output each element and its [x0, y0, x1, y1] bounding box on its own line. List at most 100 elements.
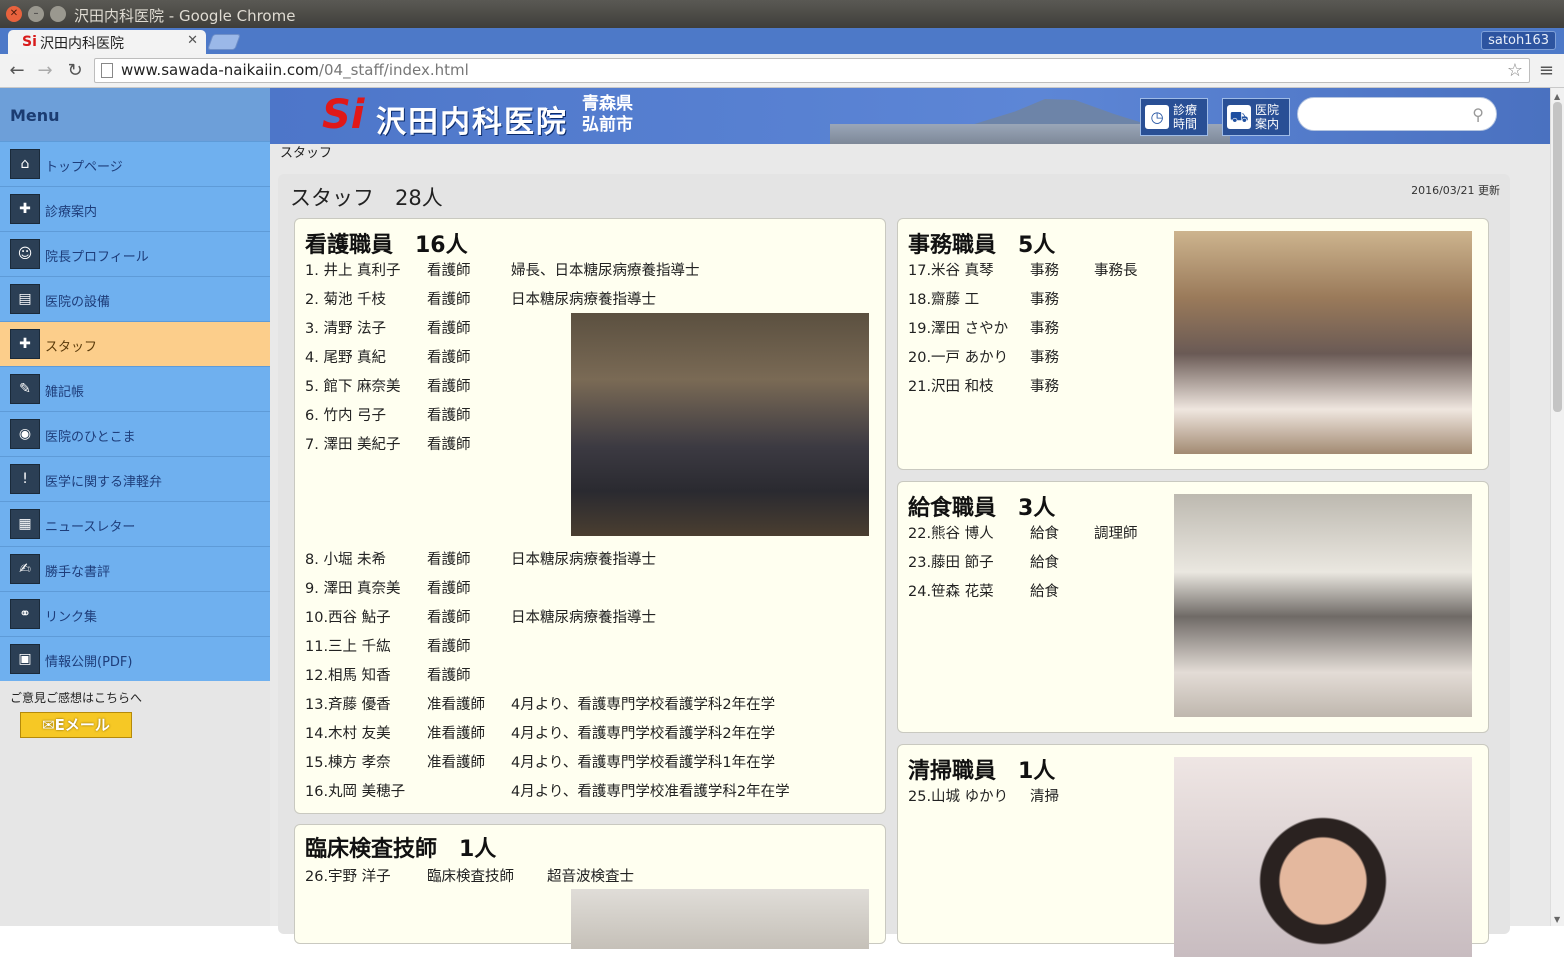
browser-tab[interactable]: Si 沢田内科医院 ✕: [8, 30, 206, 54]
cleaning-title: 清掃職員 1人: [908, 759, 1056, 784]
close-tab-icon[interactable]: ✕: [187, 33, 198, 48]
new-tab-button[interactable]: [207, 34, 241, 50]
sidebar-item-snapshot[interactable]: ◉ 医院のひとこま: [0, 411, 270, 456]
staff-name: 26.宇野 洋子: [305, 869, 391, 885]
tab-title: 沢田内科医院: [40, 36, 124, 52]
sidebar-item-label: 勝手な書評: [45, 565, 111, 580]
hours-button-line2: 時間: [1173, 117, 1198, 131]
scroll-up-icon[interactable]: ▲: [1554, 92, 1560, 101]
search-icon[interactable]: ⚲: [1472, 105, 1484, 124]
url-path: /04_staff/index.html: [318, 61, 469, 79]
reload-icon[interactable]: ↻: [64, 60, 86, 81]
staff-name: 8. 小堀 未希: [305, 552, 387, 568]
sidebar-item-label: 院長プロフィール: [45, 250, 149, 265]
staff-note: 調理師: [1094, 526, 1138, 542]
staff-role: 看護師: [427, 263, 471, 279]
sidebar-item-staff[interactable]: ✚ スタッフ: [0, 321, 270, 366]
staff-name: 15.棟方 孝奈: [305, 755, 391, 771]
staff-icon: ✚: [10, 329, 40, 359]
chrome-menu-icon[interactable]: ≡: [1539, 60, 1554, 81]
sidebar-item-label: 医院のひとこま: [45, 430, 136, 445]
clinic-logo-mark[interactable]: Si: [322, 92, 365, 138]
staff-name: 1. 井上 真利子: [305, 263, 401, 279]
office-group-photo: [1174, 231, 1472, 454]
scroll-thumb[interactable]: [1553, 102, 1562, 412]
staff-name: 17.米谷 真琴: [908, 263, 994, 279]
scroll-down-icon[interactable]: ▼: [1554, 915, 1560, 924]
staff-name: 9. 澤田 真奈美: [305, 581, 401, 597]
address-bar[interactable]: www.sawada-naikaiin.com/04_staff/index.h…: [94, 58, 1530, 83]
close-window-button[interactable]: ✕: [6, 6, 22, 22]
staff-role: 事務: [1030, 321, 1059, 337]
sidebar-item-dialect[interactable]: ! 医学に関する津軽弁: [0, 456, 270, 501]
staff-name: 13.斉藤 優香: [305, 697, 391, 713]
sidebar-item-facility[interactable]: ▤ 医院の設備: [0, 276, 270, 321]
staff-name: 6. 竹内 弓子: [305, 408, 387, 424]
sidebar-item-doctor-profile[interactable]: ☺ 院長プロフィール: [0, 231, 270, 276]
sidebar-item-notebook[interactable]: ✎ 雑記帳: [0, 366, 270, 411]
staff-name: 25.山城 ゆかり: [908, 789, 1009, 805]
cleaning-card: 清掃職員 1人 25.山城 ゆかり 清掃: [897, 744, 1489, 957]
book-review-icon: ✍: [10, 554, 40, 584]
sidebar-item-label: リンク集: [45, 610, 98, 625]
staff-role: 給食: [1030, 584, 1059, 600]
forward-arrow-icon[interactable]: →: [34, 60, 56, 81]
staff-name: 12.相馬 知香: [305, 668, 391, 684]
staff-role: 看護師: [427, 552, 471, 568]
sidebar-item-book-review[interactable]: ✍ 勝手な書評: [0, 546, 270, 591]
bookmark-star-icon[interactable]: ☆: [1507, 59, 1523, 82]
hours-button[interactable]: ◷ 診療 時間: [1140, 98, 1208, 136]
guide-button[interactable]: ⛟ 医院 案内: [1222, 98, 1290, 136]
sidebar-item-label: トップページ: [45, 160, 123, 175]
staff-role: 看護師: [427, 408, 471, 424]
updated-date: 2016/03/21 更新: [1411, 184, 1500, 197]
newsletter-icon: ▦: [10, 509, 40, 539]
sidebar-item-label: 雑記帳: [45, 385, 85, 400]
window-title: 沢田内科医院 - Google Chrome: [74, 7, 296, 25]
sidebar-item-label: 情報公開(PDF): [45, 655, 133, 670]
lab-card: 臨床検査技師 1人 26.宇野 洋子 臨床検査技師 超音波検査士: [294, 824, 886, 949]
menu-heading: Menu: [0, 88, 270, 141]
snapshot-icon: ◉: [10, 419, 40, 449]
staff-role: 准看護師: [427, 697, 485, 713]
nurses-card: 看護職員 16人 1. 井上 真利子 看護師 婦長、日本糖尿病療養指導士 2. 菊池…: [294, 218, 886, 814]
staff-role: 事務: [1030, 379, 1059, 395]
staff-name: 23.藤田 節子: [908, 555, 994, 571]
staff-name: 18.齋藤 工: [908, 292, 980, 308]
back-arrow-icon[interactable]: ←: [6, 60, 28, 81]
clinic-guide-icon: ✚: [10, 194, 40, 224]
staff-note: 4月より、看護専門学校看護学科1年在学: [511, 755, 776, 771]
car-icon: ⛟: [1227, 105, 1251, 129]
nurses-group-photo: [571, 313, 869, 536]
staff-name: 16.丸岡 美穂子: [305, 784, 406, 800]
sidebar-item-newsletter[interactable]: ▦ ニュースレター: [0, 501, 270, 546]
sidebar-item-label: 医学に関する津軽弁: [45, 475, 163, 490]
sidebar: Menu ⌂ トップページ ✚ 診療案内 ☺ 院長プロフィール ▤ 医院の設備 ✚ スタッフ ✎ 雑記…: [0, 88, 270, 926]
email-button[interactable]: ✉Eメール: [20, 712, 132, 738]
clinic-logo-text[interactable]: 沢田内科医院: [376, 97, 568, 141]
sidebar-item-links[interactable]: ⚭ リンク集: [0, 591, 270, 636]
window-titlebar: ✕ – 沢田内科医院 - Google Chrome: [0, 0, 1564, 28]
staff-role: 看護師: [427, 581, 471, 597]
clock-icon: ◷: [1145, 105, 1169, 129]
guide-button-line2: 案内: [1255, 117, 1280, 131]
staff-name: 21.沢田 和枝: [908, 379, 994, 395]
minimize-window-button[interactable]: –: [28, 6, 44, 22]
nurses-title: 看護職員 16人: [305, 233, 468, 258]
profile-button[interactable]: satoh163: [1481, 31, 1556, 50]
office-card: 事務職員 5人 17.米谷 真琴 事務 事務長 18.齋藤 工事務 19.澤田 さやか事…: [897, 218, 1489, 470]
page-scrollbar[interactable]: ▲ ▼: [1550, 88, 1564, 926]
kitchen-card: 給食職員 3人 22.熊谷 博人 給食 調理師 23.藤田 節子 給食 24.笹森 花菜給…: [897, 481, 1489, 733]
maximize-window-button[interactable]: [50, 6, 66, 22]
page-icon: [101, 63, 113, 78]
sidebar-item-label: ニュースレター: [45, 520, 136, 535]
doctor-profile-icon: ☺: [10, 239, 40, 269]
kitchen-photo: [1174, 494, 1472, 717]
sidebar-item-clinic-guide[interactable]: ✚ 診療案内: [0, 186, 270, 231]
staff-name: 4. 尾野 真紀: [305, 350, 387, 366]
sidebar-item-home[interactable]: ⌂ トップページ: [0, 141, 270, 186]
staff-role: 看護師: [427, 379, 471, 395]
sidebar-item-disclosure[interactable]: ▣ 情報公開(PDF): [0, 636, 270, 681]
site-search-input[interactable]: ⚲: [1297, 97, 1497, 131]
browser-toolbar: ← → ↻ www.sawada-naikaiin.com/04_staff/i…: [0, 54, 1564, 88]
